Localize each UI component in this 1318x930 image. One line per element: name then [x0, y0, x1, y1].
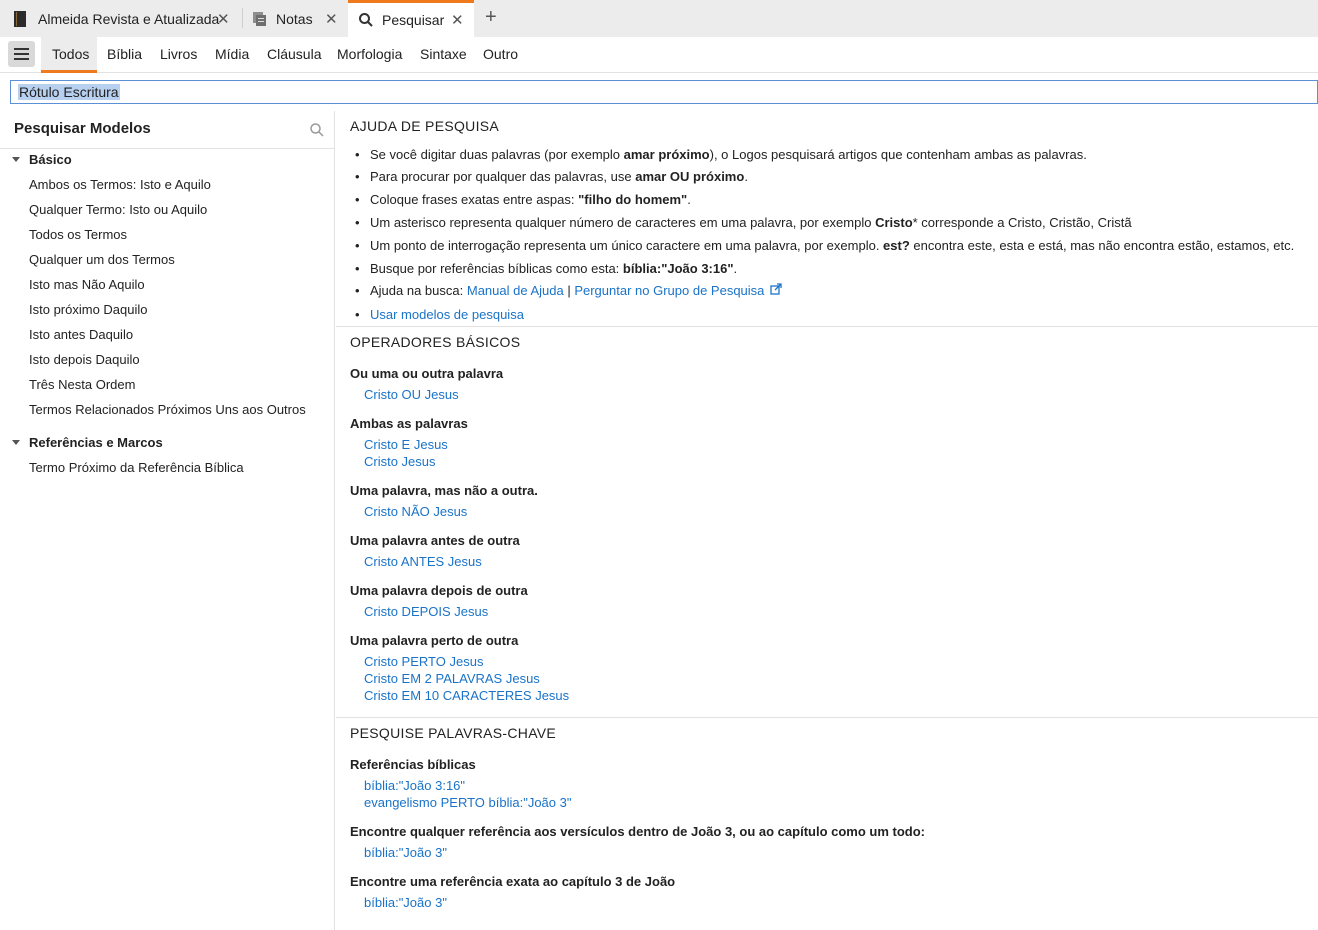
- search-kind-clausula[interactable]: Cláusula: [267, 46, 321, 62]
- group-label: Referências e Marcos: [29, 435, 163, 450]
- keyword-label: Referências bíblicas: [350, 757, 476, 772]
- group-referencias[interactable]: Referências e Marcos: [12, 435, 163, 450]
- operator-example[interactable]: Cristo EM 10 CARACTERES Jesus: [364, 688, 569, 703]
- divider: [0, 148, 335, 149]
- template-item[interactable]: Qualquer Termo: Isto ou Aquilo: [29, 202, 207, 217]
- keyword-label: Encontre qualquer referência aos versícu…: [350, 824, 926, 839]
- group-label: Básico: [29, 152, 72, 167]
- group-basico[interactable]: Básico: [12, 152, 72, 167]
- search-help-panel: AJUDA DE PESQUISA Se você digitar duas p…: [336, 111, 1318, 930]
- add-tab-icon[interactable]: +: [485, 6, 497, 29]
- template-item[interactable]: Termo Próximo da Referência Bíblica: [29, 460, 244, 475]
- template-item[interactable]: Isto mas Não Aquilo: [29, 277, 145, 292]
- keyword-label: Encontre uma referência exata ao capítul…: [350, 874, 676, 889]
- search-kind-bar: Todos Bíblia Livros Mídia Cláusula Morfo…: [0, 37, 1318, 73]
- template-item[interactable]: Isto antes Daquilo: [29, 327, 133, 342]
- tab-pesquisar[interactable]: Pesquisar ✕: [348, 0, 474, 37]
- tab-divider: [242, 8, 243, 28]
- close-icon[interactable]: ✕: [451, 11, 464, 29]
- search-kind-morfologia[interactable]: Morfologia: [337, 46, 402, 62]
- search-kind-midia[interactable]: Mídia: [215, 46, 249, 62]
- search-kind-biblia[interactable]: Bíblia: [107, 46, 142, 62]
- search-input[interactable]: Rótulo Escritura: [10, 80, 1318, 104]
- template-item[interactable]: Todos os Termos: [29, 227, 127, 242]
- template-item[interactable]: Três Nesta Ordem: [29, 377, 135, 392]
- keyword-example[interactable]: evangelismo PERTO bíblia:"João 3": [364, 795, 571, 810]
- search-kind-sintaxe[interactable]: Sintaxe: [420, 46, 467, 62]
- operator-label: Ou uma ou outra palavra: [350, 366, 504, 381]
- operator-example[interactable]: Cristo ANTES Jesus: [364, 554, 482, 569]
- template-item[interactable]: Qualquer um dos Termos: [29, 252, 175, 267]
- operator-example[interactable]: Cristo DEPOIS Jesus: [364, 604, 488, 619]
- operator-example[interactable]: Cristo E Jesus: [364, 437, 448, 452]
- keyword-example[interactable]: bíblia:"João 3": [364, 895, 447, 910]
- search-kind-livros[interactable]: Livros: [160, 46, 197, 62]
- tab-bar: Almeida Revista e Atualizada ✕ Notas ✕ P…: [0, 0, 1318, 37]
- keyword-example[interactable]: bíblia:"João 3:16": [364, 778, 465, 793]
- tab-label: Pesquisar: [382, 12, 445, 28]
- manual-link[interactable]: Manual de Ajuda: [467, 283, 564, 298]
- search-icon: [358, 12, 374, 28]
- chevron-down-icon: [12, 157, 20, 163]
- menu-button[interactable]: [8, 41, 35, 67]
- group-link[interactable]: Perguntar no Grupo de Pesquisa: [574, 283, 764, 298]
- templates-link[interactable]: Usar modelos de pesquisa: [370, 307, 524, 322]
- chevron-down-icon: [12, 440, 20, 446]
- panel-title: Pesquisar Modelos: [14, 120, 151, 137]
- tab-label: Almeida Revista e Atualizada: [38, 10, 220, 27]
- tab-almeida[interactable]: Almeida Revista e Atualizada ✕: [14, 0, 234, 37]
- template-item[interactable]: Ambos os Termos: Isto e Aquilo: [29, 177, 211, 192]
- search-input-value: Rótulo Escritura: [18, 84, 120, 100]
- operator-label: Uma palavra, mas não a outra.: [350, 483, 538, 498]
- close-icon[interactable]: ✕: [325, 10, 338, 28]
- operator-example[interactable]: Cristo NÃO Jesus: [364, 504, 467, 519]
- operator-example[interactable]: Cristo PERTO Jesus: [364, 654, 483, 669]
- search-templates-panel: Pesquisar Modelos Básico Ambos os Termos…: [0, 111, 335, 930]
- operator-example[interactable]: Cristo OU Jesus: [364, 387, 459, 402]
- search-icon[interactable]: [309, 122, 325, 138]
- template-item[interactable]: Termos Relacionados Próximos Uns aos Out…: [29, 402, 306, 417]
- section-title-ajuda: AJUDA DE PESQUISA: [350, 118, 500, 134]
- template-item[interactable]: Isto depois Daquilo: [29, 352, 140, 367]
- operator-example[interactable]: Cristo Jesus: [364, 454, 436, 469]
- external-link-icon: [770, 283, 783, 298]
- operator-example[interactable]: Cristo EM 2 PALAVRAS Jesus: [364, 671, 540, 686]
- section-title-operadores: OPERADORES BÁSICOS: [350, 334, 521, 350]
- tab-notas[interactable]: Notas ✕: [252, 0, 340, 37]
- divider: [336, 326, 1318, 327]
- operator-label: Uma palavra antes de outra: [350, 533, 520, 548]
- operator-label: Ambas as palavras: [350, 416, 468, 431]
- operator-label: Uma palavra perto de outra: [350, 633, 519, 648]
- notes-icon: [252, 11, 268, 27]
- section-title-palavras-chave: PESQUISE PALAVRAS-CHAVE: [350, 725, 557, 741]
- search-kind-todos[interactable]: Todos: [52, 46, 89, 62]
- search-kind-outro[interactable]: Outro: [483, 46, 518, 62]
- divider: [336, 717, 1318, 718]
- template-item[interactable]: Isto próximo Daquilo: [29, 302, 148, 317]
- tab-label: Notas: [276, 10, 313, 27]
- close-icon[interactable]: ✕: [217, 10, 230, 28]
- keyword-example[interactable]: bíblia:"João 3": [364, 845, 447, 860]
- operator-label: Uma palavra depois de outra: [350, 583, 528, 598]
- book-icon: [14, 10, 30, 27]
